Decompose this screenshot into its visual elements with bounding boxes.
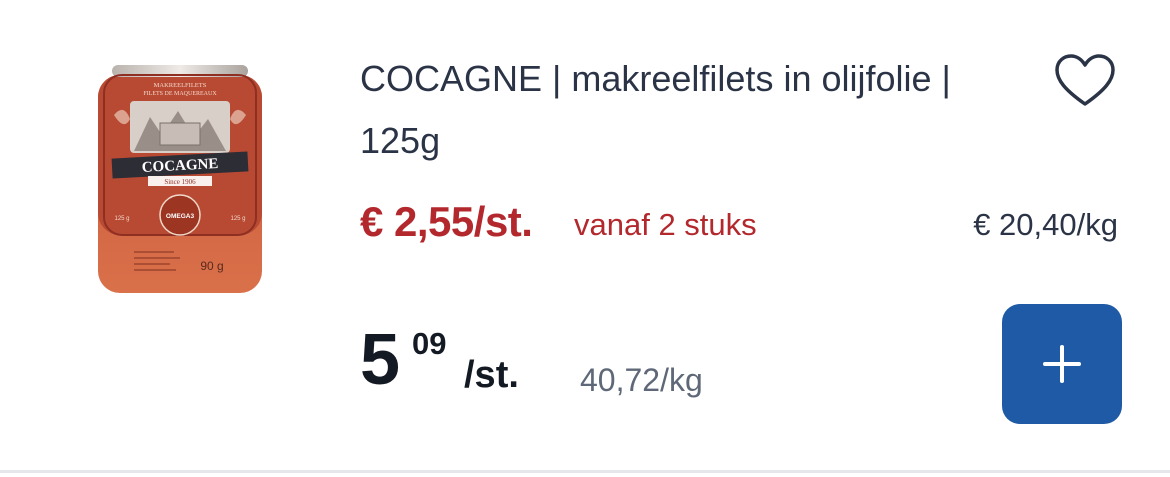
price-unit: /st. <box>464 354 519 396</box>
tin-badge-text: OMEGA3 <box>166 213 195 220</box>
tin-label-text: MAKREELFILETS <box>154 82 207 89</box>
price-row: 5 09 /st. 40,72/kg <box>360 318 860 408</box>
add-to-cart-button[interactable] <box>1002 304 1122 424</box>
tin-since-text: Since 1906 <box>164 178 196 186</box>
product-title[interactable]: COCAGNE | makreelfilets in olijfolie | 1… <box>360 48 1040 172</box>
divider <box>0 470 1170 473</box>
promo-price: € 2,55/st. <box>360 198 533 245</box>
heart-icon <box>1055 54 1115 106</box>
price-decimals: 09 <box>412 326 447 361</box>
promo-row: € 2,55/st. vanaf 2 stuks € 20,40/kg <box>360 195 1130 249</box>
sardine-tin-image: MAKREELFILETS FILETS DE MAQUEREAUX COCAG… <box>98 65 262 293</box>
promo-price-per-kg: € 20,40/kg <box>973 207 1118 242</box>
plus-icon <box>1043 345 1081 383</box>
product-card[interactable]: MAKREELFILETS FILETS DE MAQUEREAUX COCAG… <box>0 0 1170 472</box>
favorite-button[interactable] <box>1053 52 1117 110</box>
price-per-kg: 40,72/kg <box>580 362 703 398</box>
tin-weight-text: 125 g <box>114 216 129 222</box>
tin-net-weight-text: 90 g <box>200 259 223 273</box>
price-integer: 5 <box>360 320 400 400</box>
tin-label-text: FILETS DE MAQUEREAUX <box>143 91 217 97</box>
promo-condition: vanaf 2 stuks <box>574 207 757 242</box>
product-image[interactable]: MAKREELFILETS FILETS DE MAQUEREAUX COCAG… <box>90 55 270 300</box>
tin-weight-text: 125 g <box>230 216 245 222</box>
